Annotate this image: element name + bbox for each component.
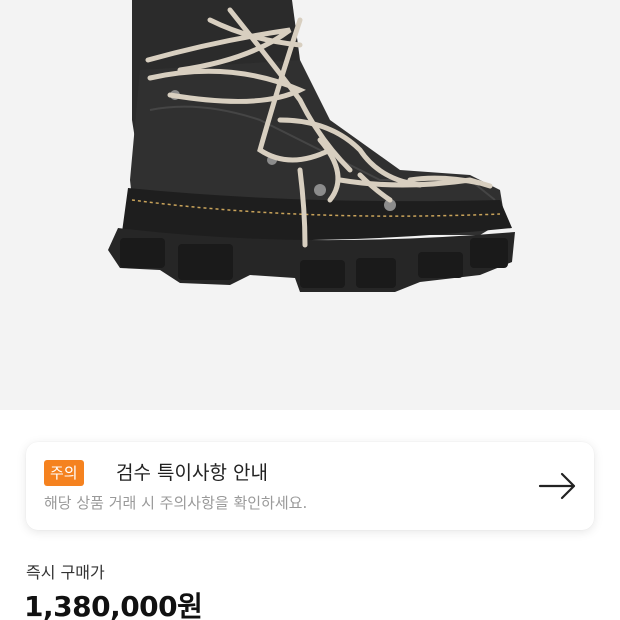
boot-illustration xyxy=(108,0,515,292)
price-value: 1,380,000원 xyxy=(24,590,203,620)
product-image[interactable] xyxy=(0,0,620,410)
notice-subtitle: 해당 상품 거래 시 주의사항을 확인하세요. xyxy=(44,494,308,512)
notice-title: 검수 특이사항 안내 xyxy=(116,462,268,484)
price-label: 즉시 구매가 xyxy=(26,563,105,582)
product-detail-page: 주의 검수 특이사항 안내 해당 상품 거래 시 주의사항을 확인하세요. 즉시… xyxy=(0,0,620,620)
inspection-notice-card[interactable]: 주의 검수 특이사항 안내 해당 상품 거래 시 주의사항을 확인하세요. xyxy=(26,442,594,530)
arrow-right-icon[interactable] xyxy=(536,470,580,502)
caution-badge: 주의 xyxy=(44,460,84,486)
